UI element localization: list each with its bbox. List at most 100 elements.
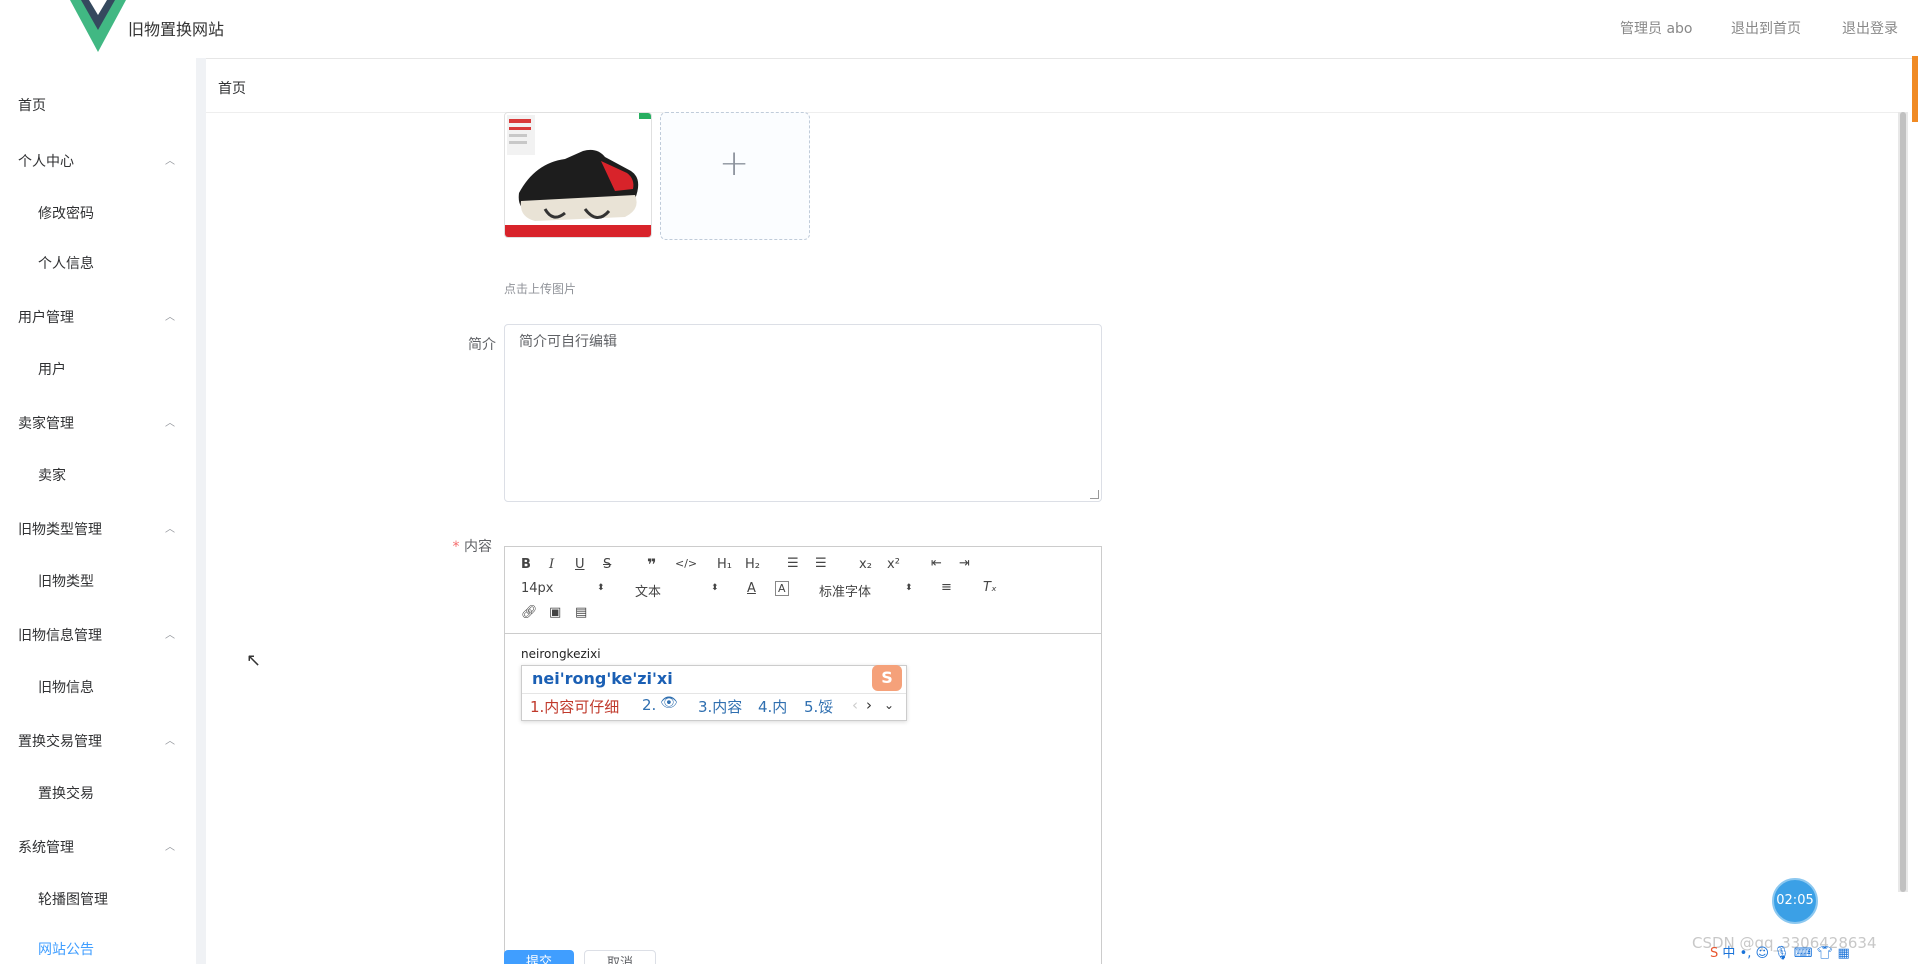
sidebar-item-label: 旧物信息	[38, 680, 94, 696]
ime-next-icon[interactable]: ›	[866, 696, 872, 714]
ime-pinyin: nei'rong'ke'zi'xi	[532, 669, 673, 688]
align-icon[interactable]: ≡	[941, 580, 952, 595]
sidebar-group-label: 置换交易管理	[18, 734, 102, 750]
microphone-icon[interactable]: 🎙︎	[1773, 946, 1790, 961]
uploaded-image-thumbnail[interactable]	[504, 112, 652, 238]
paragraph-select[interactable]: 文本 ⬍	[635, 581, 721, 600]
sidebar-group-label: 旧物类型管理	[18, 522, 102, 538]
font-family-value: 标准字体	[819, 585, 872, 600]
font-size-value: 14px	[521, 581, 554, 596]
sidebar-item-item-types[interactable]: 旧物类型	[0, 562, 196, 602]
superscript-icon[interactable]: x²	[887, 557, 900, 572]
cancel-button[interactable]: 取消	[584, 950, 656, 964]
font-family-select[interactable]: 标准字体 ⬍	[819, 581, 915, 600]
sidebar-group-label: 用户管理	[18, 310, 74, 326]
sidebar-item-users[interactable]: 用户	[0, 350, 196, 390]
sidebar-group-label: 个人中心	[18, 154, 74, 170]
indent-icon[interactable]: ⇥	[959, 556, 970, 571]
sogou-tray-icon[interactable]: S	[1710, 946, 1718, 961]
paragraph-value: 文本	[635, 585, 662, 600]
ime-prev-icon[interactable]: ‹	[852, 696, 858, 714]
emoji-icon[interactable]: ☺	[1756, 946, 1770, 961]
image-upload-button[interactable]: +	[660, 112, 810, 240]
grid-icon[interactable]: ▦	[1837, 946, 1849, 961]
italic-icon[interactable]: I	[549, 557, 554, 572]
blockquote-icon[interactable]: ❞	[647, 555, 656, 574]
back-to-home-link[interactable]: 退出到首页	[1731, 18, 1801, 38]
intro-textarea[interactable]: 简介可自行编辑	[504, 324, 1102, 502]
ime-candidate[interactable]: 2.	[642, 696, 656, 714]
code-block-icon[interactable]: </>	[675, 557, 697, 570]
ime-candidate[interactable]: 5.馁	[804, 696, 833, 717]
sidebar-item-label: 卖家	[38, 468, 66, 484]
sidebar-item-change-password[interactable]: 修改密码	[0, 194, 196, 234]
subscript-icon[interactable]: x₂	[859, 557, 872, 572]
sidebar-group-label: 旧物信息管理	[18, 628, 102, 644]
select-arrow-icon: ⬍	[711, 583, 719, 593]
sidebar-group-label: 系统管理	[18, 840, 74, 856]
select-arrow-icon: ⬍	[597, 583, 605, 593]
sidebar-item-announcements[interactable]: 网站公告	[0, 930, 196, 970]
rich-text-editor[interactable]: B I U S ❞ </> H₁ H₂ ☰ ☰ x₂ x² ⇤ ⇥ 14px ⬍…	[504, 546, 1102, 964]
sidebar-item-label: 置换交易	[38, 786, 94, 802]
sidebar-item-exchanges[interactable]: 置换交易	[0, 774, 196, 814]
skin-icon[interactable]: 👕︎	[1817, 946, 1834, 961]
clear-format-icon[interactable]: Tₓ	[983, 580, 997, 595]
sidebar-group-user-management[interactable]: 用户管理 ︿	[0, 298, 196, 338]
editor-toolbar: B I U S ❞ </> H₁ H₂ ☰ ☰ x₂ x² ⇤ ⇥ 14px ⬍…	[505, 547, 1101, 634]
resize-handle-icon[interactable]	[1090, 490, 1099, 499]
scrollbar-thumb[interactable]	[1900, 112, 1906, 892]
ime-candidate[interactable]: 3.内容	[698, 696, 742, 717]
main-divider	[196, 58, 206, 964]
sidebar-group-system-management[interactable]: 系统管理 ︿	[0, 828, 196, 868]
upload-tip: 点击上传图片	[504, 282, 577, 296]
breadcrumb-home[interactable]: 首页	[218, 78, 246, 98]
chinese-mode-icon[interactable]: 中	[1722, 946, 1735, 961]
outdent-icon[interactable]: ⇤	[931, 556, 942, 571]
sidebar-item-item-info[interactable]: 旧物信息	[0, 668, 196, 708]
bold-icon[interactable]: B	[521, 557, 531, 572]
sidebar-item-label: 修改密码	[38, 206, 94, 222]
ime-divider	[522, 693, 906, 694]
mouse-cursor-icon: ↖	[246, 650, 262, 671]
top-header: 旧物置换网站 管理员 abo 退出到首页 退出登录	[0, 0, 1918, 59]
admin-user-label: 管理员 abo	[1620, 21, 1693, 37]
sidebar-item-sellers[interactable]: 卖家	[0, 456, 196, 496]
image-icon[interactable]: ▣	[549, 605, 561, 620]
sidebar-group-label: 卖家管理	[18, 416, 74, 432]
chevron-up-icon: ︿	[165, 842, 175, 853]
ime-candidate[interactable]: 1.内容可仔细	[530, 696, 619, 717]
keyboard-icon[interactable]: ⌨	[1794, 946, 1813, 961]
submit-button[interactable]: 提交	[504, 950, 574, 964]
font-size-select[interactable]: 14px ⬍	[521, 581, 607, 596]
strike-icon[interactable]: S	[603, 557, 611, 572]
bullet-list-icon[interactable]: ☰	[815, 556, 827, 571]
ime-expand-icon[interactable]: ⌄	[884, 698, 894, 712]
content-label: * 内容	[412, 536, 492, 556]
video-icon[interactable]: ▤	[575, 605, 587, 620]
ordered-list-icon[interactable]: ☰	[787, 556, 799, 571]
link-icon[interactable]: 🔗︎	[521, 605, 538, 620]
sidebar-item-label: 首页	[18, 98, 46, 114]
ime-candidate[interactable]: 4.内	[758, 696, 787, 717]
sidebar-item-home[interactable]: 首页	[0, 86, 196, 126]
intro-text: 简介可自行编辑	[519, 334, 617, 350]
background-color-icon[interactable]: A	[775, 581, 789, 596]
heading-2-icon[interactable]: H₂	[745, 557, 760, 572]
sidebar-group-seller-management[interactable]: 卖家管理 ︿	[0, 404, 196, 444]
punctuation-icon[interactable]: •,	[1740, 946, 1752, 961]
sidebar: 首页 个人中心 ︿ 修改密码 个人信息 用户管理 ︿ 用户 卖家管理 ︿ 卖家 …	[0, 58, 197, 964]
sidebar-group-personal-center[interactable]: 个人中心 ︿	[0, 142, 196, 182]
heading-1-icon[interactable]: H₁	[717, 557, 732, 572]
underline-icon[interactable]: U	[575, 557, 585, 572]
sidebar-group-exchange-management[interactable]: 置换交易管理 ︿	[0, 722, 196, 762]
sidebar-group-item-info-management[interactable]: 旧物信息管理 ︿	[0, 616, 196, 656]
sidebar-group-item-type-management[interactable]: 旧物类型管理 ︿	[0, 510, 196, 550]
sidebar-item-carousel[interactable]: 轮播图管理	[0, 880, 196, 920]
sneaker-image-icon	[505, 113, 651, 237]
sidebar-item-personal-info[interactable]: 个人信息	[0, 244, 196, 284]
font-color-icon[interactable]: A	[747, 581, 756, 596]
logout-link[interactable]: 退出登录	[1842, 18, 1898, 38]
recording-timer: 02:05	[1772, 878, 1818, 924]
select-arrow-icon: ⬍	[905, 583, 913, 593]
